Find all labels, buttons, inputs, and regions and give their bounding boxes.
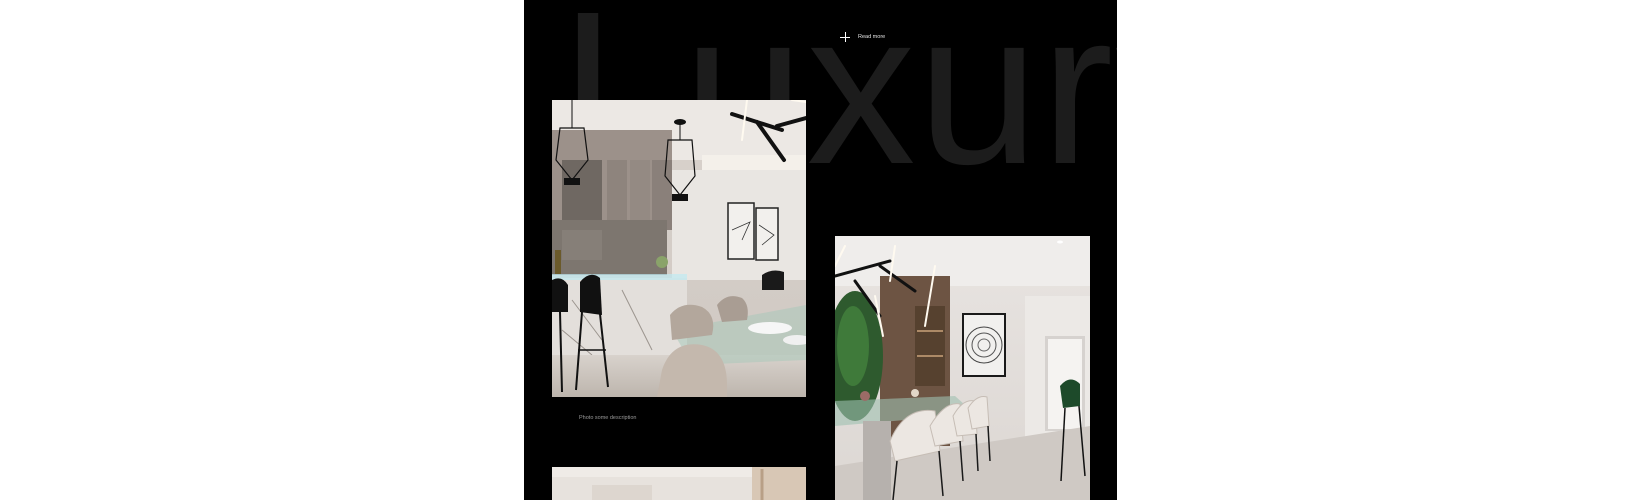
photo-caption: Photo some description xyxy=(579,415,637,421)
dining-photo-image xyxy=(835,236,1090,500)
kitchen-photo-image xyxy=(552,100,806,397)
gallery-photo-dining[interactable] xyxy=(835,236,1090,500)
gallery-photo-partial[interactable] xyxy=(552,467,806,500)
read-more-link[interactable]: Read more xyxy=(840,32,885,42)
page: Luxury Read more xyxy=(0,0,1650,500)
plus-icon xyxy=(840,32,850,42)
content-panel: Luxury Read more xyxy=(524,0,1117,500)
read-more-label: Read more xyxy=(858,34,886,40)
partial-photo-image xyxy=(552,467,806,500)
gallery-photo-kitchen[interactable] xyxy=(552,100,806,397)
